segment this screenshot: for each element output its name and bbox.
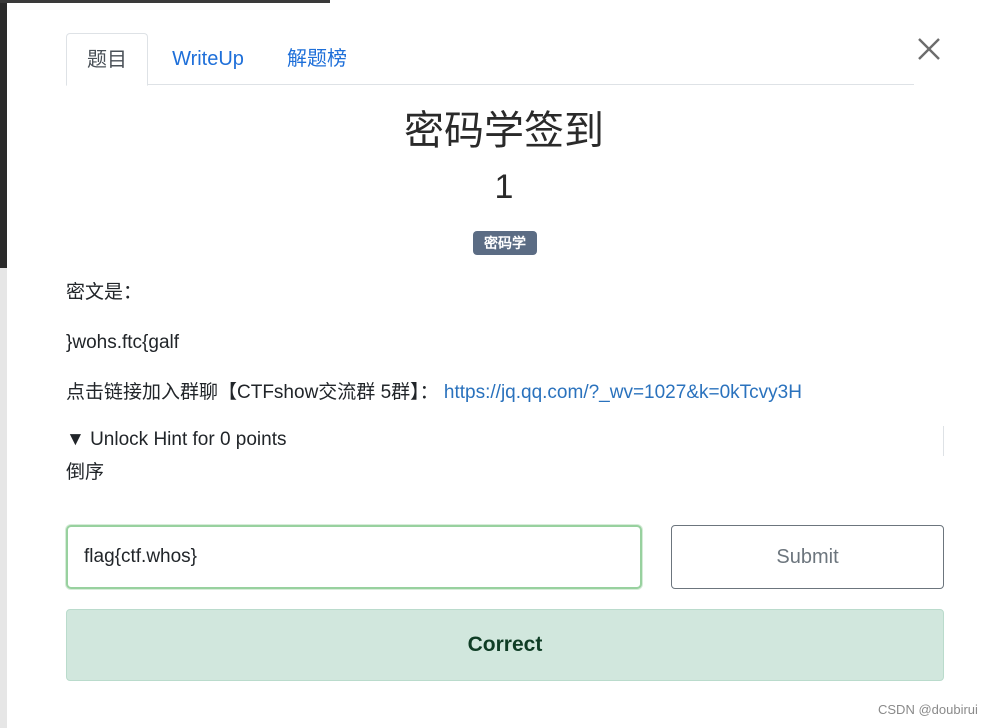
close-button[interactable] bbox=[913, 33, 945, 65]
description-label: 密文是： bbox=[66, 282, 143, 303]
tab-writeup[interactable]: WriteUp bbox=[158, 33, 258, 85]
challenge-points: 1 bbox=[494, 168, 514, 206]
ciphertext: }wohs.ftc{galf bbox=[66, 332, 180, 353]
tab-challenge[interactable]: 题目 bbox=[66, 33, 148, 86]
hint-box: ▼ Unlock Hint for 0 points bbox=[66, 426, 944, 456]
hint-toggle[interactable]: ▼ Unlock Hint for 0 points bbox=[66, 427, 287, 453]
group-invite-text: 点击链接加入群聊【CTFshow交流群 5群】： bbox=[66, 382, 439, 403]
flag-input[interactable] bbox=[66, 525, 642, 589]
watermark: CSDN @doubirui bbox=[878, 702, 978, 717]
group-invite: 点击链接加入群聊【CTFshow交流群 5群】： https://jq.qq.c… bbox=[66, 380, 802, 406]
hint-content: 倒序 bbox=[66, 462, 105, 483]
challenge-modal: 题目 WriteUp 解题榜 密码学签到 1 密码学 密文是： }wohs.ft… bbox=[7, 3, 1001, 728]
result-alert: Correct bbox=[66, 609, 944, 681]
submit-button[interactable]: Submit bbox=[671, 525, 944, 589]
tab-bar: 题目 WriteUp 解题榜 bbox=[66, 33, 914, 86]
tab-solves[interactable]: 解题榜 bbox=[276, 33, 358, 85]
category-badge: 密码学 bbox=[473, 231, 537, 255]
challenge-title: 密码学签到 bbox=[404, 109, 604, 153]
close-icon bbox=[918, 38, 940, 60]
backdrop-dark bbox=[0, 0, 7, 268]
group-invite-link[interactable]: https://jq.qq.com/?_wv=1027&k=0kTcvy3H bbox=[444, 382, 802, 403]
